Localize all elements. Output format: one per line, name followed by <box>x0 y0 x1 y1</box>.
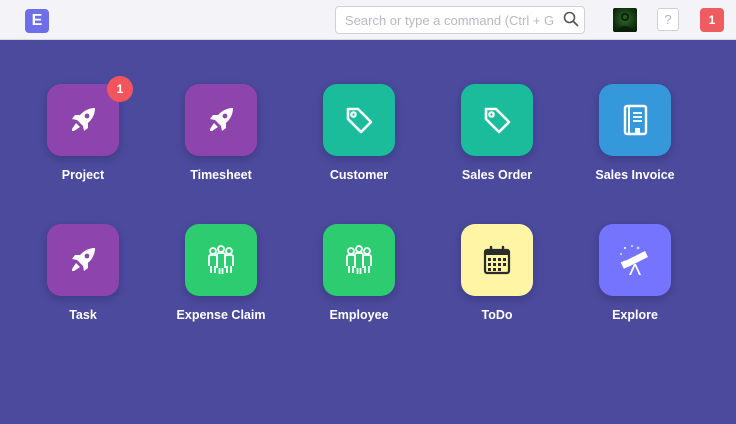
tile-label[interactable]: Project <box>13 168 153 182</box>
app-logo[interactable]: E <box>25 9 49 33</box>
top-navbar: E ? 1 <box>0 0 736 40</box>
tile-icon-box[interactable] <box>461 224 533 296</box>
tile-label[interactable]: Explore <box>565 308 705 322</box>
tile-employee[interactable]: Employee <box>309 224 409 334</box>
tag-icon <box>484 107 511 134</box>
tile-label[interactable]: Sales Order <box>427 168 567 182</box>
tile-label[interactable]: Task <box>13 308 153 322</box>
book-icon <box>623 104 648 136</box>
tile-icon-box[interactable] <box>185 84 257 156</box>
tag-icon <box>346 107 373 134</box>
tile-label[interactable]: ToDo <box>427 308 567 322</box>
tile-icon-box[interactable] <box>599 84 671 156</box>
tile-todo[interactable]: ToDo <box>447 224 547 334</box>
user-avatar[interactable] <box>613 8 637 32</box>
tile-task[interactable]: Task <box>33 224 133 334</box>
group-icon <box>208 245 234 274</box>
rocket-icon <box>72 108 95 131</box>
tile-timesheet[interactable]: Timesheet <box>171 84 271 194</box>
notifications-button[interactable]: 1 <box>700 8 724 32</box>
tile-label[interactable]: Sales Invoice <box>565 168 705 182</box>
search-icon[interactable] <box>563 11 579 27</box>
tile-expense-claim[interactable]: Expense Claim <box>171 224 271 334</box>
tile-explore[interactable]: Explore <box>585 224 685 334</box>
tile-project[interactable]: 1 Project <box>33 76 133 194</box>
notification-badge: 1 <box>107 76 133 102</box>
tile-sales-order[interactable]: Sales Order <box>447 84 547 194</box>
calendar-icon <box>483 245 511 275</box>
rocket-icon <box>72 248 95 271</box>
telescope-icon <box>620 245 648 275</box>
tile-icon-box[interactable] <box>47 224 119 296</box>
rocket-icon <box>210 108 233 131</box>
tile-label[interactable]: Employee <box>289 308 429 322</box>
search-input[interactable] <box>335 6 585 34</box>
group-icon <box>346 245 372 274</box>
tile-label[interactable]: Expense Claim <box>151 308 291 322</box>
tile-icon-box[interactable] <box>323 224 395 296</box>
help-button[interactable]: ? <box>657 8 679 31</box>
tile-label[interactable]: Customer <box>289 168 429 182</box>
tile-icon-box[interactable] <box>185 224 257 296</box>
tile-icon-box[interactable] <box>599 224 671 296</box>
tile-label[interactable]: Timesheet <box>151 168 291 182</box>
tile-sales-invoice[interactable]: Sales Invoice <box>585 84 685 194</box>
tile-icon-box[interactable] <box>461 84 533 156</box>
tile-icon-box[interactable] <box>323 84 395 156</box>
tile-customer[interactable]: Customer <box>309 84 409 194</box>
